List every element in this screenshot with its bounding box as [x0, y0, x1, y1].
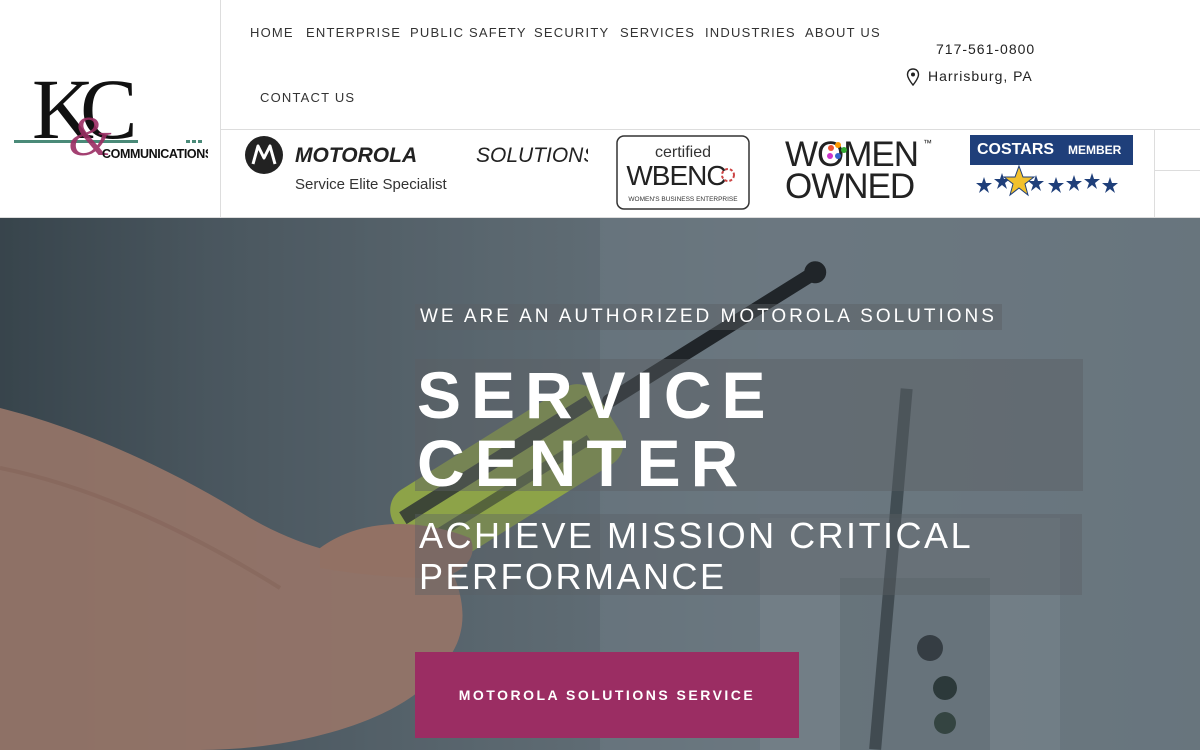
site-header: KC & COMMUNICATIONS HOME ENTERPRISE PUBL…	[0, 0, 1200, 218]
motorola-solutions-service-button[interactable]: MOTOROLA SOLUTIONS SERVICE	[415, 652, 799, 738]
women-owned-logo-icon: WOMEN ™ OWNED	[785, 135, 932, 206]
wbenc-logo-icon: certified WBENC WOMEN'S BUSINESS ENTERPR…	[616, 135, 750, 210]
motorola-solutions-word: SOLUTIONS	[476, 144, 588, 167]
hero-subtitle-box: ACHIEVE MISSION CRITICAL PERFORMANCE	[415, 514, 1082, 597]
women-owned-line2: OWNED	[785, 167, 914, 202]
logo-subtitle: COMMUNICATIONS	[102, 147, 208, 161]
hero-title-line1: SERVICE	[417, 358, 776, 432]
phone-link[interactable]: 717-561-0800	[936, 41, 1035, 57]
costars-member: MEMBER	[1068, 143, 1122, 157]
motorola-logo-icon: MOTOROLA SOLUTIONS Service Elite Special…	[245, 136, 597, 193]
hero-subtitle-line2: PERFORMANCE	[419, 556, 727, 597]
location: Harrisburg, PA	[906, 68, 1033, 86]
motorola-name: MOTOROLA	[295, 144, 417, 167]
hero-subtitle: ACHIEVE MISSION CRITICAL PERFORMANCE	[419, 515, 1079, 597]
nav-item-public-safety[interactable]: PUBLIC SAFETY	[410, 25, 527, 40]
nav-item-contact-us[interactable]: CONTACT US	[260, 90, 355, 105]
kc-communications-logo: KC & COMMUNICATIONS	[14, 61, 208, 162]
costars-member-badge: COSTARS MEMBER	[970, 135, 1133, 207]
wbenc-caption: WOMEN'S BUSINESS ENTERPRISE	[628, 196, 738, 203]
location-text: Harrisburg, PA	[928, 68, 1033, 84]
hero-subtitle-line1: ACHIEVE MISSION CRITICAL	[419, 515, 974, 556]
nav-item-security[interactable]: SECURITY	[534, 25, 609, 40]
nav-item-about-us[interactable]: ABOUT US	[805, 25, 881, 40]
hero-section: WE ARE AN AUTHORIZED MOTOROLA SOLUTIONS …	[0, 218, 1200, 750]
hero-title-box: SERVICE CENTER	[415, 359, 1083, 497]
nav-item-services[interactable]: SERVICES	[620, 25, 695, 40]
costars-name: COSTARS	[977, 141, 1054, 158]
nav-item-enterprise[interactable]: ENTERPRISE	[306, 25, 401, 40]
women-owned-tm: ™	[923, 138, 932, 148]
hero-title-line2: CENTER	[417, 426, 749, 500]
header-side-divider	[1155, 170, 1200, 171]
site-logo[interactable]: KC & COMMUNICATIONS	[14, 58, 208, 162]
header-side-box	[1154, 130, 1200, 218]
hero-title: SERVICE CENTER	[417, 361, 1017, 497]
wbenc-badge: certified WBENC WOMEN'S BUSINESS ENTERPR…	[616, 135, 750, 210]
nav-item-industries[interactable]: INDUSTRIES	[705, 25, 796, 40]
nav-item-home[interactable]: HOME	[250, 25, 294, 40]
costars-logo-icon: COSTARS MEMBER	[970, 135, 1133, 197]
certification-badges: MOTOROLA SOLUTIONS Service Elite Special…	[221, 130, 1155, 218]
wbenc-name: WBENC	[626, 160, 726, 191]
motorola-tagline: Service Elite Specialist	[295, 176, 448, 193]
women-owned-badge: WOMEN ™ OWNED	[783, 135, 935, 206]
hero-kicker: WE ARE AN AUTHORIZED MOTOROLA SOLUTIONS	[415, 304, 1002, 330]
wbenc-certified: certified	[655, 144, 711, 161]
logo-cell: KC & COMMUNICATIONS	[0, 0, 221, 218]
contact-info: 717-561-0800 Harrisburg, PA	[906, 40, 1106, 100]
map-pin-icon	[906, 68, 920, 86]
motorola-solutions-badge: MOTOROLA SOLUTIONS Service Elite Special…	[243, 134, 597, 196]
